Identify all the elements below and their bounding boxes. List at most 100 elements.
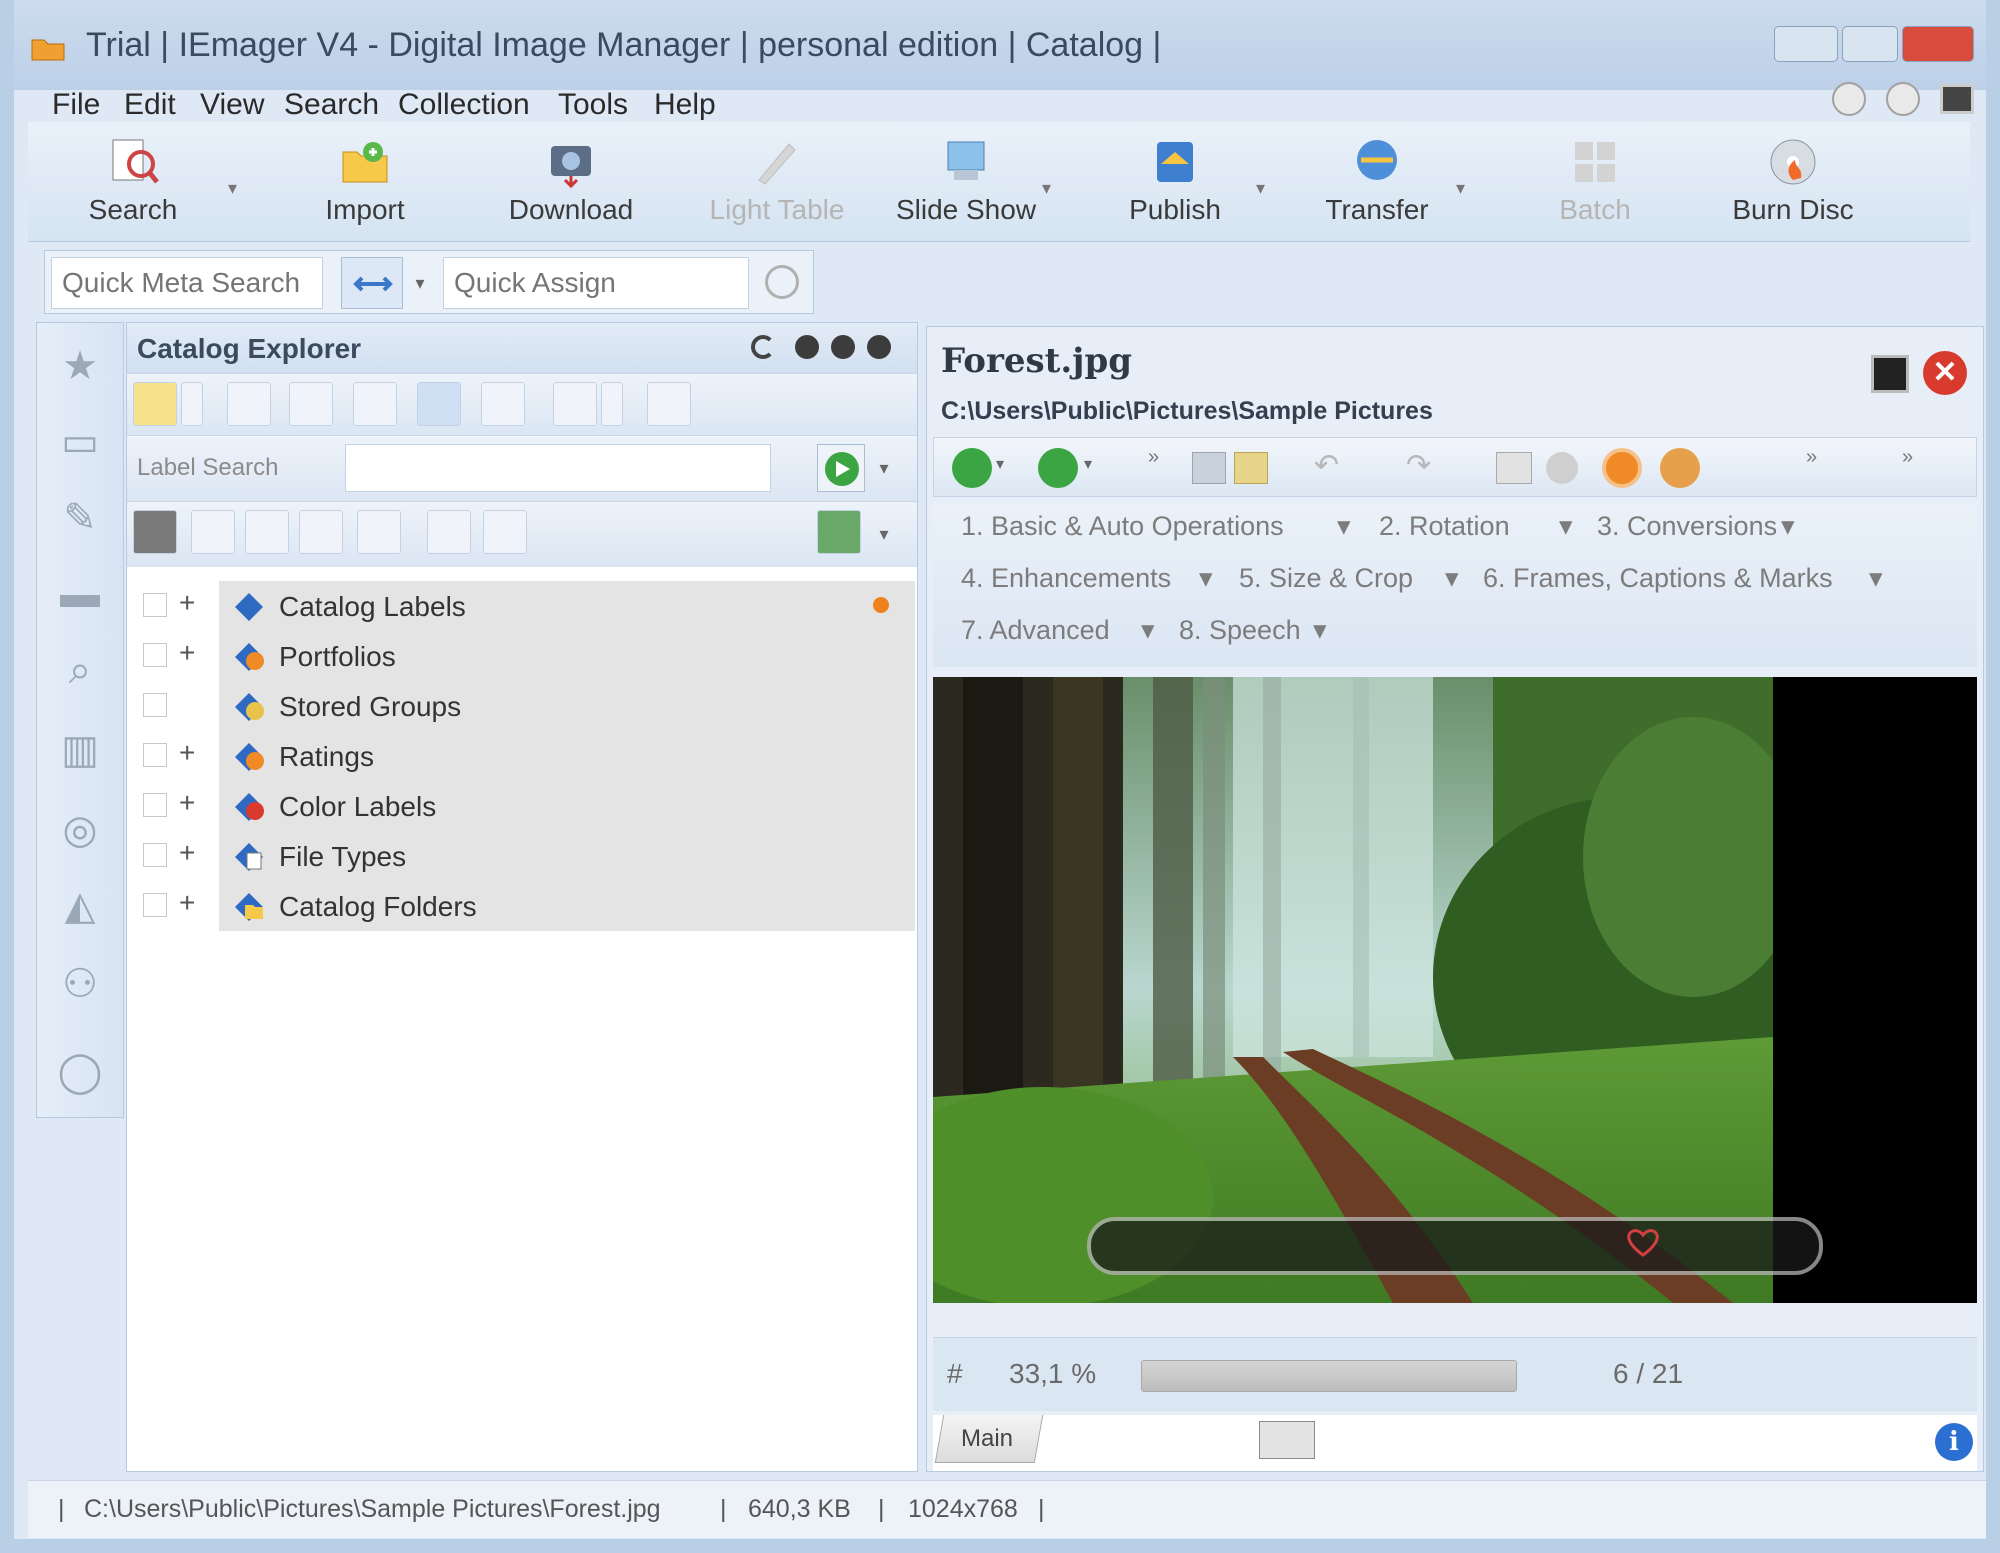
explorer-tool-f-button[interactable]: [427, 510, 471, 554]
label-search-input[interactable]: [345, 444, 771, 492]
tree-item-portfolios[interactable]: + Portfolios: [127, 631, 917, 681]
search-dropdown-icon[interactable]: ▾: [228, 178, 237, 199]
expand-icon[interactable]: +: [179, 787, 195, 819]
import-button[interactable]: Import: [300, 122, 430, 242]
viewer-close-button[interactable]: ✕: [1923, 351, 1967, 395]
op-frames-captions-dropdown[interactable]: ▾: [1869, 563, 1883, 594]
op-advanced[interactable]: 7. Advanced: [961, 615, 1110, 646]
op-conversions[interactable]: 3. Conversions: [1597, 511, 1777, 542]
viewer-more-icon[interactable]: »: [1148, 446, 1159, 469]
label-search-go-button[interactable]: [817, 444, 865, 492]
explorer-tool-3-button[interactable]: [289, 382, 333, 426]
tree-checkbox[interactable]: [143, 893, 167, 917]
chart-icon[interactable]: ▥: [55, 725, 105, 775]
expand-icon[interactable]: +: [179, 837, 195, 869]
add-dropdown-button[interactable]: [181, 382, 203, 426]
explorer-tool-d-button[interactable]: [299, 510, 343, 554]
explorer-tool-2-button[interactable]: [227, 382, 271, 426]
sync-button[interactable]: [417, 382, 461, 426]
pencil-icon[interactable]: ✎: [55, 493, 105, 543]
op-enhancements[interactable]: 4. Enhancements: [961, 563, 1171, 594]
slide-show-dropdown-icon[interactable]: ▾: [1042, 178, 1051, 199]
explorer-tool-c-button[interactable]: [245, 510, 289, 554]
info-icon[interactable]: i: [1935, 1423, 1973, 1461]
tag-icon[interactable]: ▬: [55, 569, 105, 619]
filmstrip-icon[interactable]: [1259, 1421, 1315, 1459]
explorer-tool-7-button[interactable]: [553, 382, 597, 426]
help-circle-icon[interactable]: [1832, 82, 1866, 116]
tree-item-ratings[interactable]: + Ratings: [127, 731, 917, 781]
transfer-dropdown-icon[interactable]: ▾: [1456, 178, 1465, 199]
people-icon[interactable]: ⚇: [55, 959, 105, 1009]
op-rotation[interactable]: 2. Rotation: [1379, 511, 1510, 542]
viewer-more-2-icon[interactable]: »: [1806, 446, 1817, 469]
explorer-tool-e-button[interactable]: [357, 510, 401, 554]
burn-disc-button[interactable]: Burn Disc: [1718, 122, 1868, 242]
image-search-icon[interactable]: ⌕: [55, 645, 105, 695]
search-button[interactable]: Search: [68, 122, 198, 242]
tree-item-file-types[interactable]: + File Types: [127, 831, 917, 881]
image-preview[interactable]: [933, 677, 1977, 1303]
forward-dropdown[interactable]: ▾: [1084, 454, 1092, 474]
explorer-tool-8-button[interactable]: [601, 382, 623, 426]
viewer-more-3-icon[interactable]: »: [1902, 446, 1913, 469]
add-folder-button[interactable]: [133, 382, 177, 426]
filter-button[interactable]: [817, 510, 861, 554]
menu-file[interactable]: File: [52, 88, 100, 122]
menu-collection[interactable]: Collection: [398, 88, 530, 122]
info-circle-icon[interactable]: [1886, 82, 1920, 116]
menu-edit[interactable]: Edit: [124, 88, 176, 122]
tree-item-catalog-labels[interactable]: + Catalog Labels: [127, 581, 917, 631]
publish-button[interactable]: Publish: [1110, 122, 1240, 242]
layout-icon[interactable]: [1940, 84, 1974, 114]
rotate-icon[interactable]: [1602, 448, 1642, 488]
expand-icon[interactable]: +: [179, 637, 195, 669]
transfer-button[interactable]: Transfer: [1302, 122, 1452, 242]
disc-icon[interactable]: ◯: [55, 1047, 105, 1097]
tree-checkbox[interactable]: [143, 743, 167, 767]
settings-icon[interactable]: [831, 335, 855, 359]
filter-dropdown[interactable]: ▾: [869, 510, 899, 558]
op-speech-dropdown[interactable]: ▾: [1313, 615, 1327, 646]
navigation-slider[interactable]: [1141, 1360, 1517, 1392]
quick-meta-search-input[interactable]: [51, 257, 323, 309]
search-options-dropdown[interactable]: ▾: [407, 257, 433, 309]
menu-view[interactable]: View: [200, 88, 264, 122]
op-size-crop-dropdown[interactable]: ▾: [1445, 563, 1459, 594]
op-conversions-dropdown[interactable]: ▾: [1781, 511, 1795, 542]
op-frames-captions[interactable]: 6. Frames, Captions & Marks: [1483, 563, 1833, 594]
globe-icon[interactable]: ◎: [55, 805, 105, 855]
back-dropdown[interactable]: ▾: [996, 454, 1004, 474]
explorer-tool-9-button[interactable]: [647, 382, 691, 426]
grid-view-button[interactable]: [133, 510, 177, 554]
tree-checkbox[interactable]: [143, 643, 167, 667]
batch-button[interactable]: Batch: [1530, 122, 1660, 242]
op-enhancements-dropdown[interactable]: ▾: [1199, 563, 1213, 594]
tree-checkbox[interactable]: [143, 593, 167, 617]
folder-icon[interactable]: ▭: [55, 417, 105, 467]
tree-item-stored-groups[interactable]: Stored Groups: [127, 681, 917, 731]
minimize-button[interactable]: [1774, 26, 1838, 62]
op-rotation-dropdown[interactable]: ▾: [1559, 511, 1573, 542]
pin-icon[interactable]: [795, 335, 819, 359]
maximize-button[interactable]: [1842, 26, 1898, 62]
tree-checkbox[interactable]: [143, 793, 167, 817]
map-icon[interactable]: ◭: [55, 881, 105, 931]
tree-checkbox[interactable]: [143, 843, 167, 867]
lock-button[interactable]: [481, 382, 525, 426]
star-icon[interactable]: ★: [55, 341, 105, 391]
explorer-tool-b-button[interactable]: [191, 510, 235, 554]
print-icon[interactable]: [1496, 452, 1532, 484]
close-window-button[interactable]: [1902, 26, 1974, 62]
expand-icon[interactable]: +: [179, 737, 195, 769]
image-edit-icon[interactable]: [1234, 452, 1268, 484]
download-button[interactable]: Download: [486, 122, 656, 242]
back-icon[interactable]: [952, 448, 992, 488]
op-basic-auto[interactable]: 1. Basic & Auto Operations: [961, 511, 1284, 542]
share-icon[interactable]: [1546, 452, 1578, 484]
tree-item-color-labels[interactable]: + Color Labels: [127, 781, 917, 831]
slide-show-button[interactable]: Slide Show: [876, 122, 1056, 242]
quick-assign-icon[interactable]: [765, 265, 799, 299]
quick-assign-input[interactable]: [443, 257, 749, 309]
publish-dropdown-icon[interactable]: ▾: [1256, 178, 1265, 199]
